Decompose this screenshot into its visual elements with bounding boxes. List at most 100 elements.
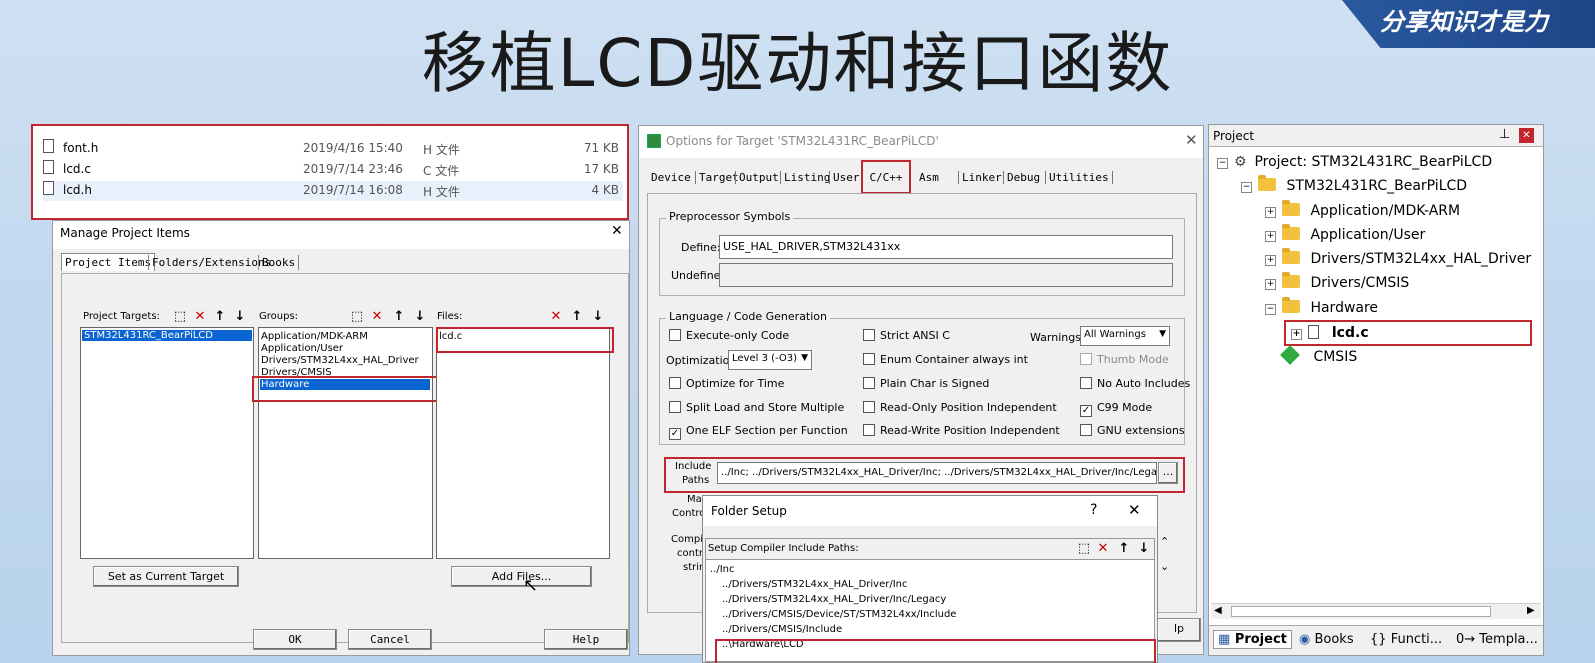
scroll-left-icon[interactable]: ◀ [1214, 605, 1222, 616]
list-item[interactable]: STM32L431RC_BearPiLCD [82, 330, 252, 341]
tab-project-items[interactable]: Project Items [61, 253, 156, 271]
split-load-checkbox[interactable]: Split Load and Store Multiple [669, 401, 844, 414]
file-row[interactable]: font.h 2019/4/16 15:40 H 文件 71 KB [43, 139, 623, 159]
tab-templates[interactable]: 0→ Templa... [1452, 630, 1542, 649]
tree-group[interactable]: + Drivers/STM32L4xx_HAL_Driver [1265, 248, 1531, 270]
expand-icon[interactable]: + [1265, 255, 1276, 266]
tab-device[interactable]: Device [651, 171, 691, 184]
list-item[interactable]: ../Drivers/CMSIS/Device/ST/STM32L4xx/Inc… [722, 609, 956, 620]
list-item[interactable]: ../Inc [710, 564, 735, 575]
cancel-button[interactable]: Cancel [348, 629, 432, 650]
tab-folders-extensions[interactable]: Folders/Extensions [148, 255, 274, 270]
tree-target[interactable]: − STM32L431RC_BearPiLCD [1241, 175, 1467, 197]
tab-asm[interactable]: Asm [919, 171, 939, 184]
rw-position-checkbox[interactable]: Read-Write Position Independent [863, 424, 1060, 437]
move-down-icon[interactable]: ↓ [231, 309, 249, 325]
optimize-time-checkbox[interactable]: Optimize for Time [669, 377, 784, 390]
targets-list[interactable]: STM32L431RC_BearPiLCD [80, 327, 254, 559]
add-files-button[interactable]: Add Files... [451, 566, 592, 587]
tab-utilities[interactable]: Utilities [1045, 171, 1113, 184]
close-icon[interactable]: ✕ [611, 223, 623, 239]
list-item[interactable]: ../Drivers/STM32L4xx_HAL_Driver/Inc/Lega… [722, 594, 946, 605]
move-up-icon[interactable]: ↑ [1115, 541, 1133, 557]
scroll-right-icon[interactable]: ▶ [1527, 605, 1535, 616]
help-icon[interactable]: ? [1090, 502, 1097, 518]
no-auto-includes-checkbox[interactable]: No Auto Includes [1080, 377, 1190, 390]
help-button[interactable]: lp [1157, 618, 1201, 642]
undefine-input[interactable] [719, 263, 1173, 287]
tab-debug[interactable]: Debug [1003, 171, 1040, 184]
tab-project[interactable]: ▦ Project [1213, 630, 1292, 649]
close-icon[interactable]: ✕ [1128, 501, 1141, 519]
groups-list[interactable]: Application/MDK-ARM Application/User Dri… [258, 327, 433, 559]
pin-icon[interactable]: ⊥ [1499, 127, 1510, 142]
execute-only-checkbox[interactable]: Execute-only Code [669, 329, 789, 342]
tree-group[interactable]: + Drivers/CMSIS [1265, 272, 1409, 294]
delete-icon[interactable]: ✕ [547, 309, 565, 325]
tree-cmsis[interactable]: CMSIS [1280, 345, 1357, 368]
ro-position-checkbox[interactable]: Read-Only Position Independent [863, 401, 1057, 414]
list-item[interactable]: ../Drivers/CMSIS/Include [722, 624, 842, 635]
expand-icon[interactable]: + [1265, 231, 1276, 242]
tab-books[interactable]: Books [258, 255, 300, 270]
delete-icon[interactable]: ✕ [1094, 541, 1112, 557]
tree-group[interactable]: − Hardware [1265, 297, 1378, 319]
delete-icon[interactable]: ✕ [191, 309, 209, 325]
scroll-up-icon[interactable]: ⌃ [1160, 535, 1169, 548]
tab-target[interactable]: Target [695, 171, 739, 184]
set-current-target-button[interactable]: Set as Current Target [93, 566, 239, 587]
expand-icon[interactable]: + [1265, 279, 1276, 290]
move-down-icon[interactable]: ↓ [1135, 541, 1153, 557]
tab-output[interactable]: Output [735, 171, 779, 184]
tree-group[interactable]: + Application/User [1265, 224, 1425, 246]
list-item[interactable]: Application/MDK-ARM [261, 331, 368, 342]
collapse-icon[interactable]: − [1265, 304, 1276, 315]
file-row[interactable]: lcd.h 2019/7/14 16:08 H 文件 4 KB [43, 181, 623, 201]
collapse-icon[interactable]: − [1217, 158, 1228, 169]
plain-char-checkbox[interactable]: Plain Char is Signed [863, 377, 989, 390]
close-icon[interactable]: ✕ [1185, 131, 1198, 149]
tab-c-cpp[interactable]: C/C++ [861, 160, 911, 194]
close-icon[interactable]: ✕ [1519, 128, 1534, 143]
include-paths-input[interactable]: ../Inc; ../Drivers/STM32L4xx_HAL_Driver/… [717, 462, 1157, 484]
move-up-icon[interactable]: ↑ [390, 309, 408, 325]
enum-container-checkbox[interactable]: Enum Container always int [863, 353, 1028, 366]
include-browse-button[interactable]: ... [1158, 462, 1178, 484]
tab-books[interactable]: ◉ Books [1295, 630, 1358, 649]
delete-icon[interactable]: ✕ [368, 309, 386, 325]
scroll-down-icon[interactable]: ⌄ [1160, 560, 1169, 573]
define-input[interactable]: USE_HAL_DRIVER,STM32L431xx [719, 235, 1173, 259]
strict-ansi-checkbox[interactable]: Strict ANSI C [863, 329, 950, 342]
tab-user[interactable]: User [829, 171, 860, 184]
new-icon[interactable]: ⬚ [348, 309, 366, 325]
one-elf-checkbox[interactable]: ✓ One ELF Section per Function [669, 424, 848, 440]
move-up-icon[interactable]: ↑ [211, 309, 229, 325]
tree-group[interactable]: + Application/MDK-ARM [1265, 200, 1460, 222]
thumb-mode-checkbox[interactable]: Thumb Mode [1080, 353, 1169, 366]
expand-icon[interactable]: + [1265, 207, 1276, 218]
tree-file[interactable]: + lcd.c [1291, 322, 1369, 344]
tab-functions[interactable]: {} Functi... [1366, 630, 1446, 649]
files-list[interactable]: lcd.c [436, 327, 610, 559]
expand-icon[interactable]: + [1291, 329, 1302, 340]
list-item[interactable]: ../Drivers/STM32L4xx_HAL_Driver/Inc [722, 579, 908, 590]
new-icon[interactable]: ⬚ [171, 309, 189, 325]
horizontal-scrollbar[interactable]: ◀ ▶ [1211, 603, 1541, 619]
new-icon[interactable]: ⬚ [1075, 541, 1093, 557]
scrollbar-thumb[interactable] [1231, 606, 1491, 617]
help-button[interactable]: Help [544, 629, 628, 650]
file-row[interactable]: lcd.c 2019/7/14 23:46 C 文件 17 KB [43, 160, 623, 180]
ok-button[interactable]: OK [253, 629, 337, 650]
tree-root[interactable]: − ⚙ Project: STM32L431RC_BearPiLCD [1217, 151, 1492, 173]
collapse-icon[interactable]: − [1241, 182, 1252, 193]
move-down-icon[interactable]: ↓ [411, 309, 429, 325]
move-down-icon[interactable]: ↓ [589, 309, 607, 325]
list-item[interactable]: Application/User [261, 343, 343, 354]
tab-linker[interactable]: Linker [958, 171, 1002, 184]
warnings-select[interactable]: All Warnings ▼ [1080, 326, 1170, 346]
c99-mode-checkbox[interactable]: ✓ C99 Mode [1080, 401, 1152, 417]
list-item[interactable]: Drivers/STM32L4xx_HAL_Driver [261, 355, 419, 366]
gnu-extensions-checkbox[interactable]: GNU extensions [1080, 424, 1185, 437]
optimization-select[interactable]: Level 3 (-O3) ▼ [728, 350, 812, 370]
tab-listing[interactable]: Listing [780, 171, 830, 184]
